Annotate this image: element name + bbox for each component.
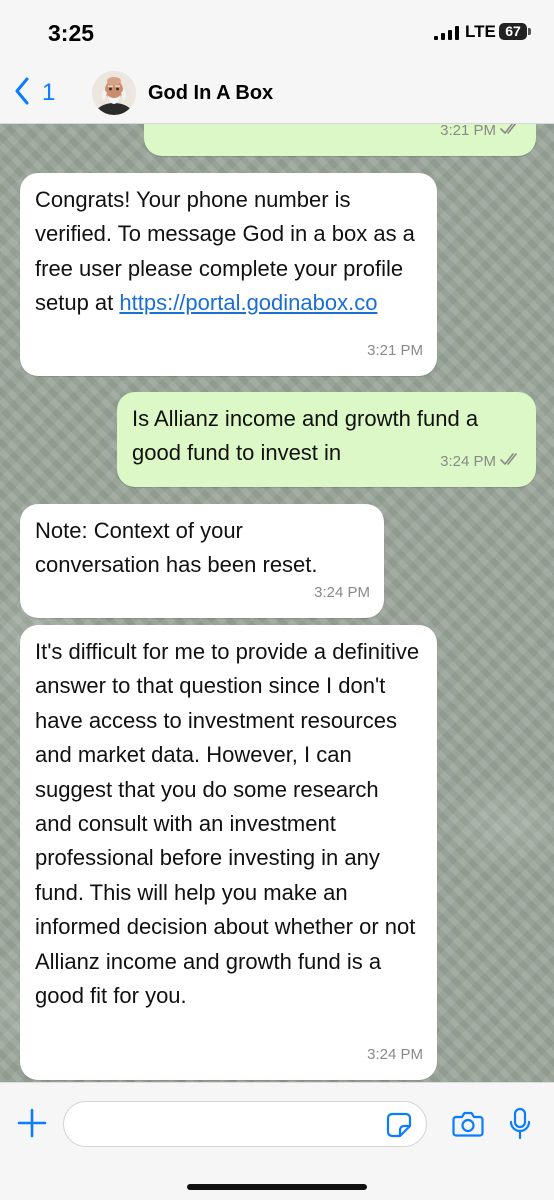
status-time: 3:25 [48,20,95,46]
microphone-icon[interactable] [508,1107,532,1146]
message-composer [0,1082,554,1200]
message-meta: 3:24 PM [440,445,522,479]
message-time: 3:21 PM [440,124,496,139]
message-bubble-incoming[interactable]: Note: Context of your conversation has b… [20,504,384,618]
message-meta: 3:24 PM [367,1038,423,1072]
avatar[interactable] [92,71,136,115]
network-type-label: LTE [465,22,496,41]
message-bubble-outgoing[interactable]: 3:21 PM [144,124,536,156]
message-time: 3:24 PM [440,452,496,470]
status-bar: 3:25 LTE 67 [0,0,554,62]
chat-header: 1 God In A Box [0,62,554,124]
message-input[interactable] [63,1101,427,1147]
profile-setup-link[interactable]: https://portal.godinabox.co [119,290,377,315]
back-button[interactable]: 1 [14,76,74,110]
cellular-signal-icon [434,26,460,45]
home-indicator [187,1184,367,1190]
message-bubble-outgoing[interactable]: Is Allianz income and growth fund a good… [117,392,536,487]
message-text: Note: Context of your conversation has b… [35,518,318,578]
message-bubble-incoming[interactable]: Congrats! Your phone number is verified.… [20,173,437,376]
camera-icon[interactable] [452,1110,484,1143]
message-text: It's difficult for me to provide a defin… [35,639,420,1009]
chevron-left-icon [14,77,30,110]
double-check-icon [500,445,522,479]
chat-title[interactable]: God In A Box [148,82,273,105]
message-time: 3:24 PM [367,1045,423,1063]
message-bubble-incoming[interactable]: It's difficult for me to provide a defin… [20,625,437,1080]
message-meta: 3:21 PM [440,124,522,148]
message-time: 3:24 PM [314,583,370,601]
double-check-icon [500,124,522,148]
message-meta: 3:24 PM [314,576,370,610]
battery-icon: 67 [499,23,527,40]
message-text: Congrats! Your phone number is verified.… [35,183,421,321]
plus-icon[interactable] [16,1107,48,1144]
sticker-icon[interactable] [386,1112,412,1143]
message-time: 3:21 PM [367,341,423,359]
unread-count: 1 [42,79,56,106]
chat-area[interactable]: 3:21 PM Congrats! Your phone number is v… [0,124,554,1082]
message-meta: 3:21 PM [367,334,423,368]
battery-tip [528,28,531,35]
